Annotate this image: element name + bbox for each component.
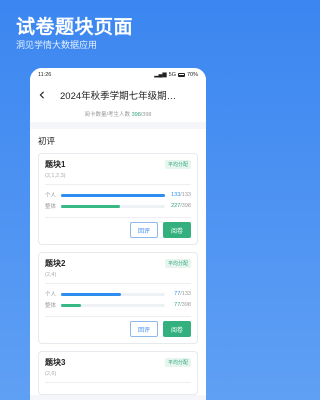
overall-total: /398 (180, 302, 191, 309)
battery-icon (177, 73, 185, 77)
personal-total: /133 (180, 291, 191, 298)
overall-label: 整体 (45, 204, 57, 211)
block-name: 题块2 (45, 259, 66, 269)
block-code: (2,1,2,3) (45, 173, 66, 179)
divider (45, 382, 191, 383)
personal-progress-row: 个人 133/133 (45, 190, 191, 201)
overall-label: 整体 (45, 303, 57, 310)
block-name: 题块3 (45, 358, 66, 368)
mark-button[interactable]: 阅卷 (163, 222, 191, 239)
status-time: 11:26 (38, 72, 52, 78)
distribution-tag: 平均分配 (164, 259, 191, 269)
question-block: 题块3 平均分配 (2,6) (38, 351, 198, 395)
personal-progress-row: 个人 77/133 (45, 289, 191, 300)
back-icon[interactable] (38, 90, 48, 100)
distribution-tag: 平均分配 (164, 160, 191, 169)
personal-done: 133 (171, 192, 181, 199)
question-block: 题块1 平均分配 (2,1,2,3) 个人 133/133 整体 227/398 (38, 153, 198, 246)
question-block: 题块2 平均分配 (2,4) 个人 77/133 整体 77/398 回评 阅卷 (38, 252, 198, 345)
distribution-tag: 平均分配 (164, 358, 191, 368)
personal-progress-fill (61, 292, 122, 296)
overall-progress-fill (61, 303, 81, 307)
block-name: 题块1 (45, 160, 66, 169)
block-code: (2,4) (45, 272, 57, 279)
page-title: 2024年秋季学期七年级期… (60, 91, 177, 102)
summary-label: 阅卡数量/考生人数 (84, 112, 131, 118)
signal-icon: ▂▄▆ (154, 72, 167, 78)
section-title: 初评 (38, 136, 56, 146)
nav-bar: 2024年秋季学期七年级期… (30, 82, 206, 108)
block-code: (2,6) (45, 371, 57, 378)
phone-screen: 11:26 ▂▄▆ 5G 70% 2024年秋季学期七年级期… 阅卡数量/考生人… (30, 68, 206, 400)
divider (45, 283, 191, 284)
overall-progress-row: 整体 77/398 (45, 300, 191, 311)
status-bar: 11:26 ▂▄▆ 5G 70% (30, 68, 206, 82)
divider (45, 216, 191, 218)
personal-progress-fill (61, 193, 165, 197)
network-label: 5G (168, 72, 176, 78)
promo-title: 试卷题块页面 (16, 17, 134, 38)
overall-progress-row: 整体 227/398 (45, 201, 191, 212)
personal-total: /133 (180, 192, 191, 199)
personal-progress-track (61, 193, 165, 197)
battery-level: 70% (186, 72, 198, 78)
overall-progress-track (61, 204, 165, 208)
overall-total: /398 (180, 203, 191, 210)
overall-progress-fill (61, 204, 121, 208)
section-card: 初评 题块1 平均分配 (2,1,2,3) 个人 133/133 整体 227/… (30, 129, 206, 395)
review-button[interactable]: 回评 (130, 222, 158, 239)
personal-progress-track (61, 292, 165, 296)
summary-value: 398 (131, 112, 141, 118)
divider (45, 184, 191, 185)
mark-button[interactable]: 阅卷 (163, 321, 191, 338)
overall-done: 227 (171, 203, 181, 210)
summary-total: /398 (140, 112, 152, 118)
overall-progress-track (61, 303, 165, 307)
status-icons: ▂▄▆ 5G 70% (154, 72, 198, 78)
personal-label: 个人 (45, 193, 57, 200)
divider (45, 315, 191, 317)
summary-line: 阅卡数量/考生人数 398/398 (30, 108, 206, 122)
review-button[interactable]: 回评 (130, 321, 158, 338)
promo-subtitle: 洞见学情大数据应用 (16, 40, 98, 50)
personal-label: 个人 (45, 292, 57, 299)
